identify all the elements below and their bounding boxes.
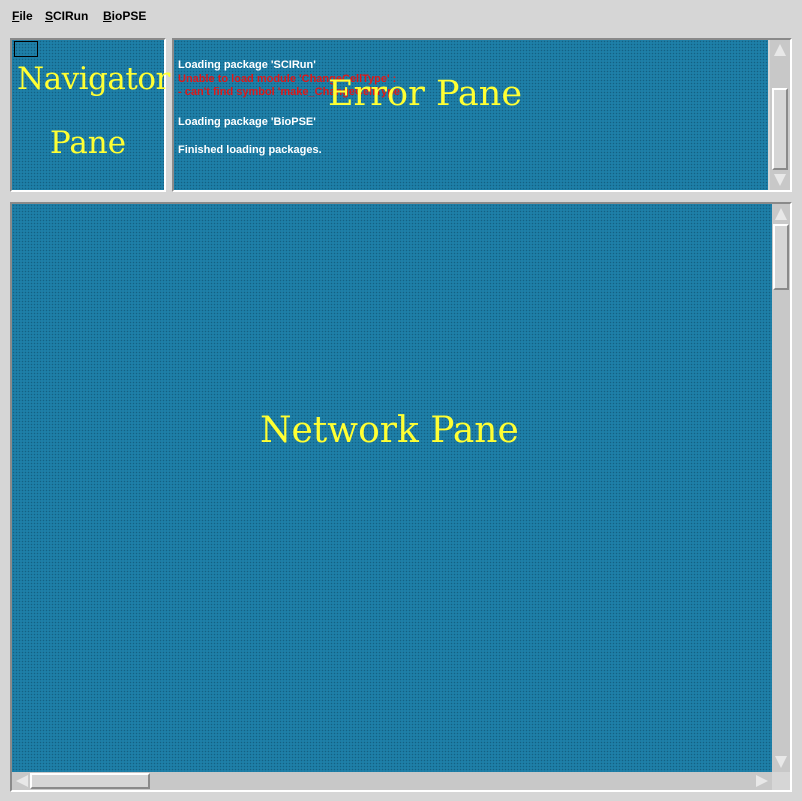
scroll-down-arrow-icon[interactable] [775,756,787,768]
menu-scirun[interactable]: SCIRun [45,9,88,23]
error-scroll-thumb[interactable] [772,88,788,170]
navigator-pane-label: Navigator Pane [12,61,170,161]
log-line: Finished loading packages. [178,144,322,156]
scroll-right-arrow-icon[interactable] [756,775,768,787]
network-horizontal-scrollbar[interactable] [12,772,772,790]
error-log-area[interactable]: Loading package 'SCIRun' Unable to load … [174,40,768,190]
menu-biopse[interactable]: BioPSE [103,9,146,23]
menu-file[interactable]: File [12,9,33,23]
navigator-pane[interactable]: Navigator Pane [10,38,170,192]
log-line: Loading package 'BioPSE' [178,116,316,128]
scroll-left-arrow-icon[interactable] [16,775,28,787]
network-pane-label: Network Pane [260,410,519,451]
error-vertical-scrollbar[interactable] [770,40,790,190]
scroll-up-arrow-icon[interactable] [774,44,786,56]
network-pane: Network Pane [10,202,792,792]
error-pane: Loading package 'SCIRun' Unable to load … [172,38,792,192]
error-pane-label: Error Pane [328,74,523,114]
menu-bar: File SCIRun BioPSE [0,0,802,34]
log-line: Loading package 'SCIRun' [178,59,316,71]
network-canvas[interactable]: Network Pane [12,204,772,772]
scroll-up-arrow-icon[interactable] [775,208,787,220]
navigator-label-line2: Pane [49,125,127,161]
network-hscroll-thumb[interactable] [30,773,150,789]
scroll-down-arrow-icon[interactable] [774,174,786,186]
network-vertical-scrollbar[interactable] [772,204,790,772]
navigator-viewport-rect[interactable] [14,41,38,57]
network-vscroll-thumb[interactable] [773,224,789,290]
navigator-label-line1: Navigator [17,61,170,97]
